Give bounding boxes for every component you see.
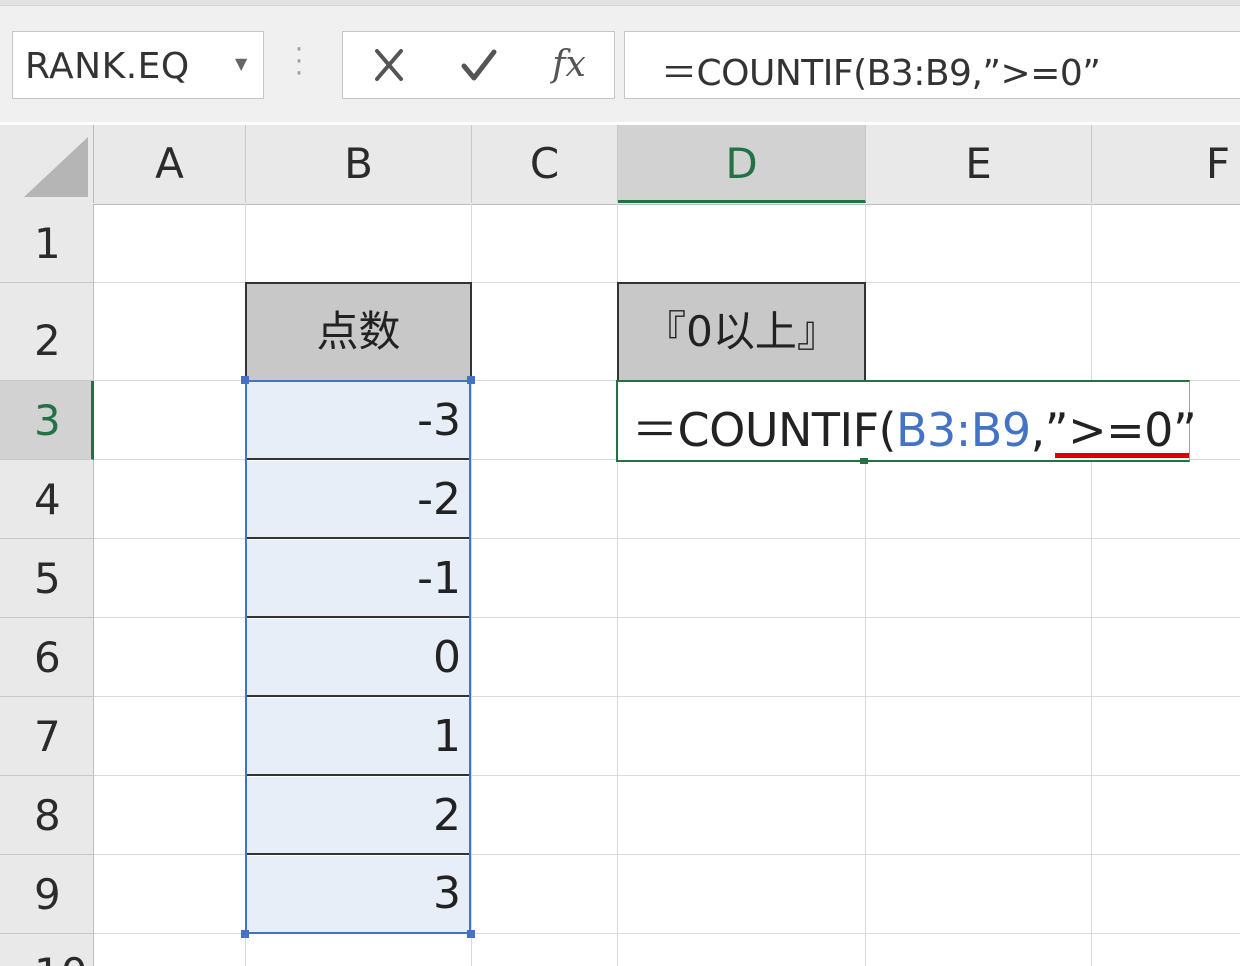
cell-d3-editor[interactable]: ＝COUNTIF(B3:B9,”>=0” xyxy=(616,380,1197,462)
dropdown-icon[interactable]: ▼ xyxy=(235,54,247,73)
select-all-icon xyxy=(24,137,88,197)
column-header-c[interactable]: C xyxy=(472,125,618,203)
column-header-e[interactable]: E xyxy=(866,125,1092,203)
row-header-2[interactable]: 2 xyxy=(0,283,94,381)
formula-text: ＝COUNTIF(B3:B9,”>=0” xyxy=(661,53,1101,94)
selection-handle[interactable] xyxy=(467,930,475,938)
cell-b2[interactable]: 点数 xyxy=(245,282,472,382)
row-header-1[interactable]: 1 xyxy=(0,204,94,283)
enter-icon[interactable] xyxy=(449,42,509,88)
formula-buttons: fx xyxy=(342,31,615,99)
drag-handle-icon[interactable]: · · · xyxy=(294,37,304,87)
row-header-7[interactable]: 7 xyxy=(0,697,94,776)
column-header-a[interactable]: A xyxy=(94,125,246,203)
formula-criteria: ,”>=0” xyxy=(1030,403,1197,457)
row-header-10[interactable]: 10 xyxy=(0,934,94,966)
row-header-6[interactable]: 6 xyxy=(0,618,94,697)
column-header-d[interactable]: D xyxy=(618,125,866,203)
formula-range-ref: B3:B9 xyxy=(895,403,1031,457)
formula-input[interactable]: ＝COUNTIF(B3:B9,”>=0” xyxy=(624,31,1240,99)
row-header-4[interactable]: 4 xyxy=(0,460,94,539)
row-header-8[interactable]: 8 xyxy=(0,776,94,855)
selection-handle[interactable] xyxy=(241,930,249,938)
column-header-f[interactable]: F xyxy=(1092,125,1240,203)
row-header-3[interactable]: 3 xyxy=(0,381,94,460)
cell-d3-formula: ＝COUNTIF(B3:B9,”>=0” xyxy=(632,394,1197,460)
range-selection xyxy=(245,380,471,934)
fx-icon[interactable]: fx xyxy=(539,42,599,88)
column-header-row: A B C D E F xyxy=(0,125,1240,205)
selection-handle[interactable] xyxy=(241,376,249,384)
gridline xyxy=(1091,204,1092,966)
select-all-button[interactable] xyxy=(0,125,94,203)
cancel-icon[interactable] xyxy=(359,42,419,88)
name-box-value: RANK.EQ xyxy=(25,46,190,87)
column-header-b[interactable]: B xyxy=(246,125,472,203)
cell-d2[interactable]: 『0以上』 xyxy=(617,282,866,382)
formula-prefix: ＝COUNTIF( xyxy=(632,403,896,457)
ribbon-edge xyxy=(0,0,1240,6)
selection-handle[interactable] xyxy=(467,376,475,384)
name-box[interactable]: RANK.EQ ▼ xyxy=(12,31,264,99)
row-header-9[interactable]: 9 xyxy=(0,855,94,934)
criteria-highlight xyxy=(1055,453,1189,458)
row-header-5[interactable]: 5 xyxy=(0,539,94,618)
fill-handle[interactable] xyxy=(860,458,868,464)
